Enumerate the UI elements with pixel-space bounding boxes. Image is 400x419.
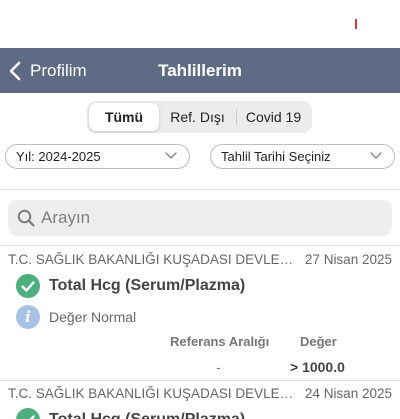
result-date: 27 Nisan 2025 <box>304 251 392 267</box>
year-dropdown-label: Yıl: 2024-2025 <box>16 149 101 164</box>
chevron-down-icon <box>370 152 382 159</box>
result-card-header: T.C. SAĞLIK BAKANLIĞI KUŞADASI DEVLET H.… <box>8 249 392 269</box>
search-input[interactable] <box>41 208 371 228</box>
date-dropdown-label: Tahlil Tarihi Seçiniz <box>221 149 331 164</box>
hospital-name: T.C. SAĞLIK BAKANLIĞI KUŞADASI DEVLET H.… <box>8 251 298 267</box>
divider <box>0 189 400 190</box>
filter-segmented-control: Tümü Ref. Dışı Covid 19 <box>87 101 312 133</box>
chevron-left-icon <box>9 61 21 80</box>
value-header: Değer <box>300 334 337 349</box>
check-icon <box>16 274 40 298</box>
status-area <box>0 0 400 48</box>
divider <box>0 380 400 381</box>
navigation-bar: Profilim Tahlillerim <box>0 48 400 93</box>
chevron-down-icon <box>165 152 177 159</box>
date-dropdown[interactable]: Tahlil Tarihi Seçiniz <box>210 144 395 169</box>
info-icon: i <box>16 305 40 329</box>
back-label: Profilim <box>30 60 87 80</box>
result-value: > 1000.0 <box>290 359 345 375</box>
year-dropdown[interactable]: Yıl: 2024-2025 <box>5 144 190 169</box>
divider <box>0 245 400 246</box>
result-card-header: T.C. SAĞLIK BAKANLIĞI KUŞADASI DEVLET H.… <box>8 383 392 403</box>
segment-out-of-range[interactable]: Ref. Dışı <box>159 103 236 131</box>
test-row: Total Hcg (Serum/Plazma) <box>16 408 245 419</box>
hospital-name: T.C. SAĞLIK BAKANLIĞI KUŞADASI DEVLET H.… <box>8 385 298 401</box>
search-icon <box>17 209 35 227</box>
search-bar[interactable] <box>8 200 392 236</box>
reference-range-header: Referans Aralığı <box>170 334 270 349</box>
result-card[interactable]: T.C. SAĞLIK BAKANLIĞI KUŞADASI DEVLET H.… <box>0 383 400 419</box>
result-card[interactable]: T.C. SAĞLIK BAKANLIĞI KUŞADASI DEVLET H.… <box>0 249 400 379</box>
status-row: i Değer Normal <box>16 305 136 329</box>
status-text: Değer Normal <box>49 309 137 325</box>
test-name: Total Hcg (Serum/Plazma) <box>49 411 245 419</box>
status-indicator <box>355 19 357 29</box>
test-name: Total Hcg (Serum/Plazma) <box>49 277 246 294</box>
test-row: Total Hcg (Serum/Plazma) <box>16 274 245 298</box>
back-button[interactable]: Profilim <box>8 48 87 93</box>
reference-range-value: - <box>216 359 221 375</box>
segment-all[interactable]: Tümü <box>89 103 159 131</box>
result-date: 24 Nisan 2025 <box>304 385 392 401</box>
check-icon <box>16 408 40 419</box>
segment-covid[interactable]: Covid 19 <box>237 103 310 131</box>
